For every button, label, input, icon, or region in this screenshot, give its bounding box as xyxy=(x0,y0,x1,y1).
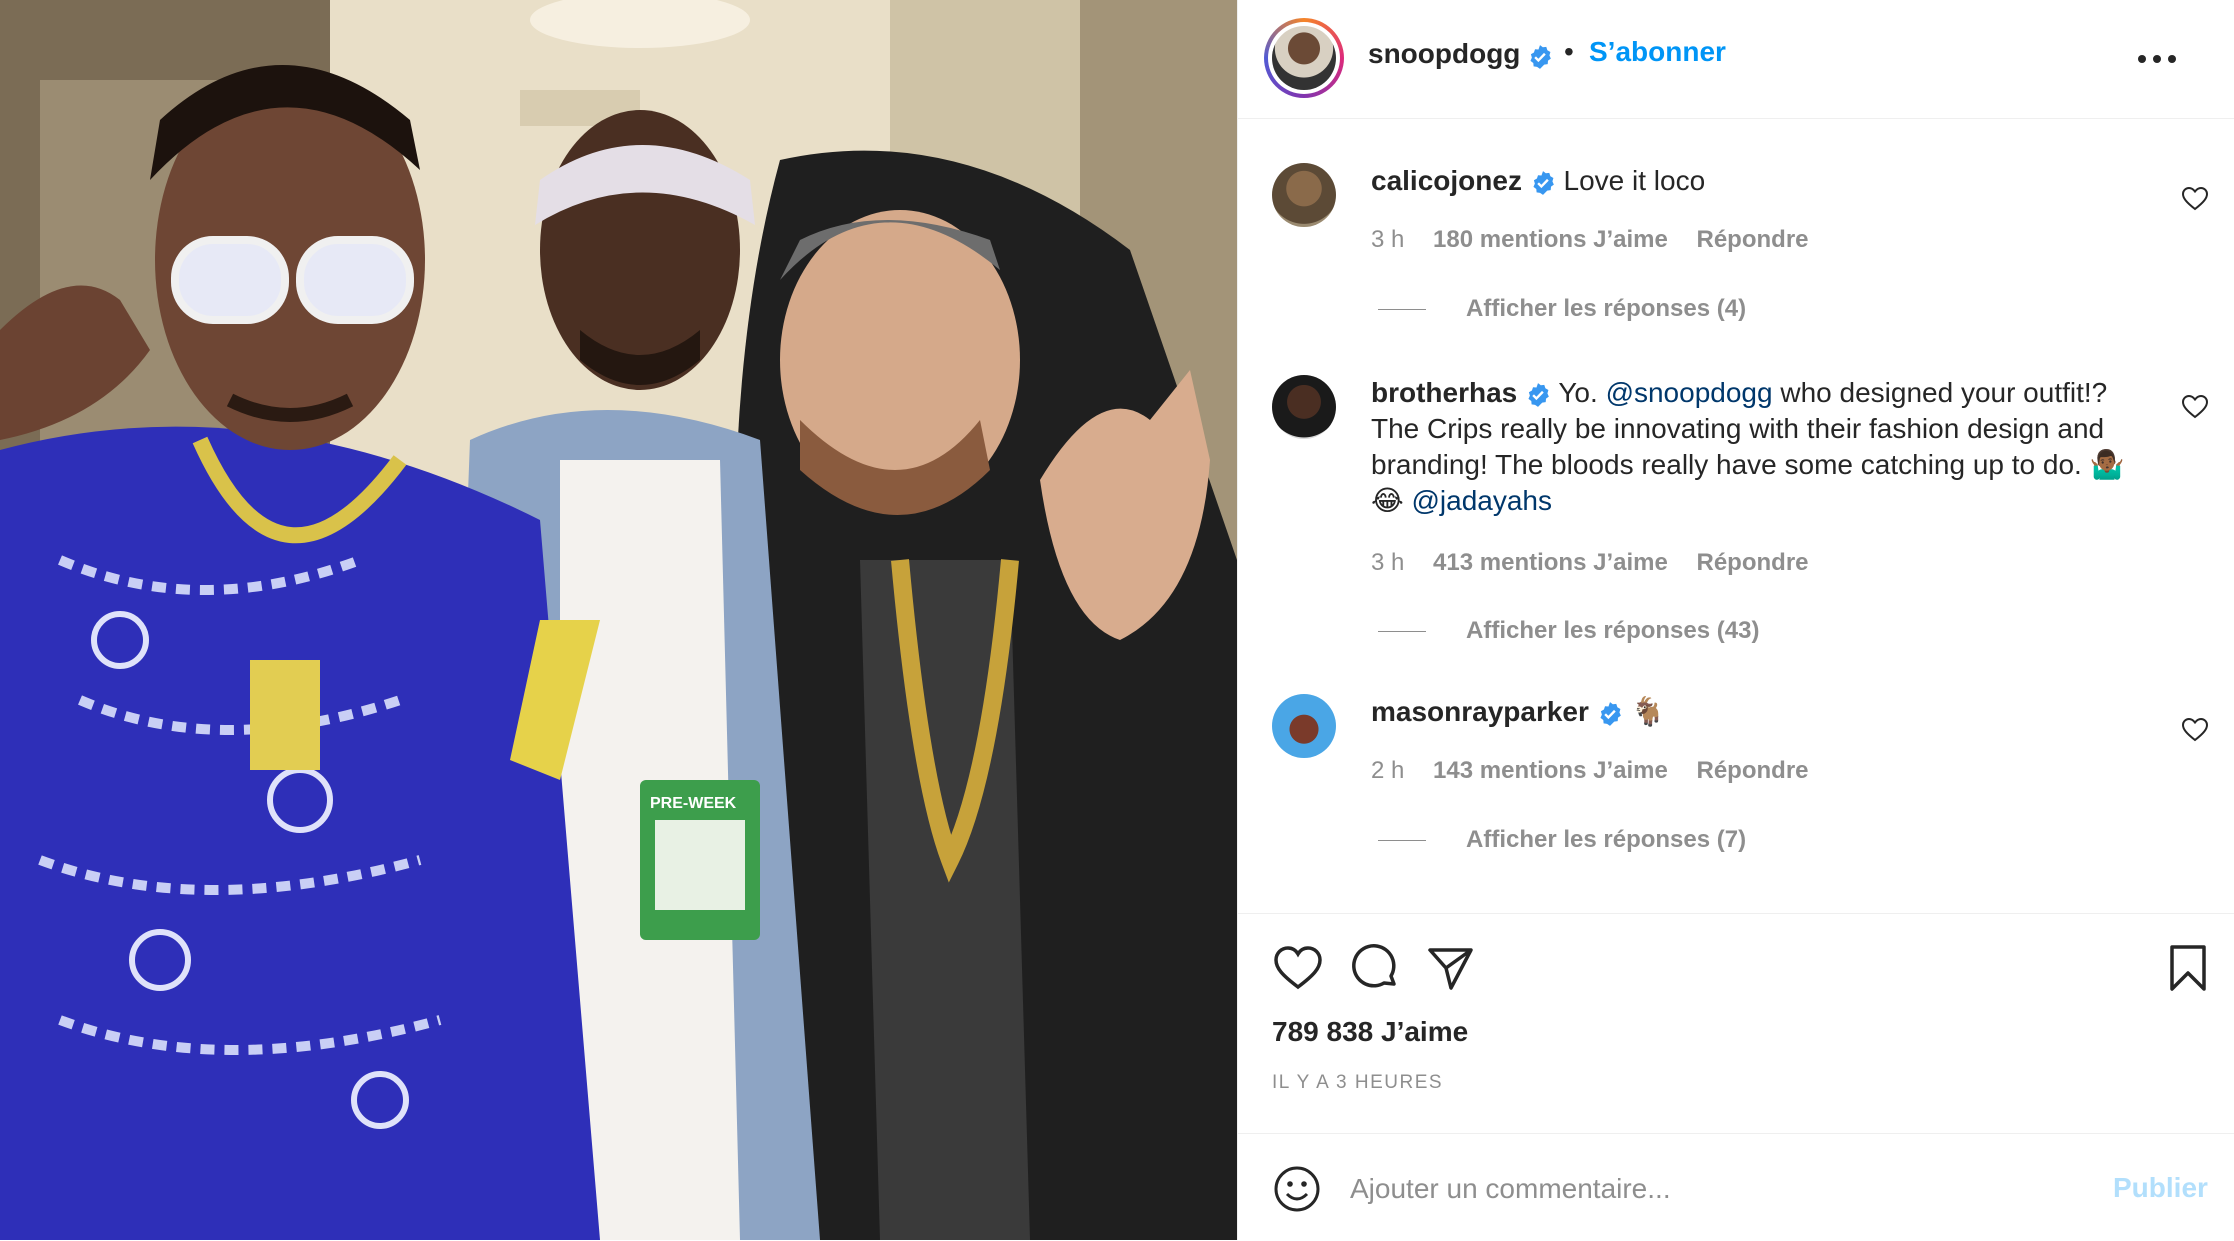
badge-text: PRE-WEEK xyxy=(650,795,737,812)
header-separator: • xyxy=(1564,36,1574,67)
laugh-emoji: 😂 xyxy=(1371,485,1404,516)
comment-like-heart-icon[interactable] xyxy=(2182,395,2208,419)
comment-body: calicojonez Love it loco xyxy=(1371,163,2151,199)
mention-link[interactable]: @snoopdogg xyxy=(1606,377,1773,408)
comment-likes[interactable]: 413 mentions J’aime xyxy=(1433,549,1668,576)
replies-divider xyxy=(1378,631,1426,633)
comment-icon[interactable] xyxy=(1348,942,1400,994)
mention-link[interactable]: @jadayahs xyxy=(1412,485,1553,516)
comment-text-start: Yo. xyxy=(1558,377,1598,408)
view-replies-button[interactable]: Afficher les réponses (7) xyxy=(1378,826,1746,854)
post-sidebar: snoopdogg • S’abonner calicojonez Love i… xyxy=(1237,0,2234,1240)
verified-badge-icon xyxy=(1600,701,1621,726)
emoji-icon[interactable] xyxy=(1272,1164,1322,1214)
view-replies-button[interactable]: Afficher les réponses (43) xyxy=(1378,617,1759,645)
view-replies-label: Afficher les réponses (43) xyxy=(1466,617,1760,644)
comment-time[interactable]: 3 h xyxy=(1371,549,1404,576)
reply-button[interactable]: Répondre xyxy=(1697,757,1809,784)
comments-list[interactable]: calicojonez Love it loco 3 h 180 mention… xyxy=(1238,119,2234,913)
view-replies-label: Afficher les réponses (7) xyxy=(1466,826,1747,853)
post-header: snoopdogg • S’abonner xyxy=(1238,0,2234,119)
verified-badge-icon xyxy=(1530,45,1551,69)
comment-likes[interactable]: 180 mentions J’aime xyxy=(1433,226,1668,253)
comment-meta: 3 h 413 mentions J’aime Répondre xyxy=(1371,549,1831,577)
comment-username[interactable]: masonrayparker xyxy=(1371,696,1589,727)
reply-button[interactable]: Répondre xyxy=(1697,226,1809,253)
post-photo[interactable]: PRE-WEEK xyxy=(0,0,1237,1240)
follow-button[interactable]: S’abonner xyxy=(1589,36,1726,68)
comment-time[interactable]: 2 h xyxy=(1371,757,1404,784)
commenter-avatar[interactable] xyxy=(1272,694,1336,758)
verified-badge-icon xyxy=(1528,382,1549,407)
heart-icon[interactable] xyxy=(1272,942,1324,994)
comment-username[interactable]: brotherhas xyxy=(1371,377,1517,408)
verified-badge-icon xyxy=(1533,170,1554,195)
publish-button[interactable]: Publier xyxy=(2113,1172,2208,1204)
reply-button[interactable]: Répondre xyxy=(1697,549,1809,576)
comment-text: 🐐 xyxy=(1630,696,1666,727)
comment-time[interactable]: 3 h xyxy=(1371,226,1404,253)
commenter-avatar[interactable] xyxy=(1272,163,1336,227)
likes-count[interactable]: 789 838 J’aime xyxy=(1272,1016,1468,1048)
share-icon[interactable] xyxy=(1424,942,1476,994)
add-comment-bar: Publier xyxy=(1238,1133,2234,1241)
post-actions: 789 838 J’aime IL Y A 3 HEURES xyxy=(1238,913,2234,1134)
view-replies-label: Afficher les réponses (4) xyxy=(1466,295,1747,322)
comment-input[interactable] xyxy=(1348,1160,2032,1218)
comment-likes[interactable]: 143 mentions J’aime xyxy=(1433,757,1668,784)
comment-meta: 2 h 143 mentions J’aime Répondre xyxy=(1371,757,1831,785)
comment-like-heart-icon[interactable] xyxy=(2182,187,2208,211)
bookmark-icon[interactable] xyxy=(2162,942,2214,994)
post-photo-illustration: PRE-WEEK xyxy=(0,0,1237,1240)
view-replies-button[interactable]: Afficher les réponses (4) xyxy=(1378,295,1746,323)
more-options-icon[interactable] xyxy=(2132,44,2182,74)
author-username[interactable]: snoopdogg xyxy=(1368,38,1520,70)
comment-body: brotherhas Yo. @snoopdogg who designed y… xyxy=(1371,375,2151,519)
comment-body: masonrayparker 🐐 xyxy=(1371,694,2151,730)
author-avatar[interactable] xyxy=(1264,18,1344,98)
replies-divider xyxy=(1378,840,1426,842)
comment-like-heart-icon[interactable] xyxy=(2182,718,2208,742)
comment-username[interactable]: calicojonez xyxy=(1371,165,1522,196)
commenter-avatar[interactable] xyxy=(1272,375,1336,439)
posted-time[interactable]: IL Y A 3 HEURES xyxy=(1272,1072,1443,1094)
comment-text: Love it loco xyxy=(1563,165,1706,196)
comment-meta: 3 h 180 mentions J’aime Répondre xyxy=(1371,226,1831,254)
replies-divider xyxy=(1378,309,1426,311)
